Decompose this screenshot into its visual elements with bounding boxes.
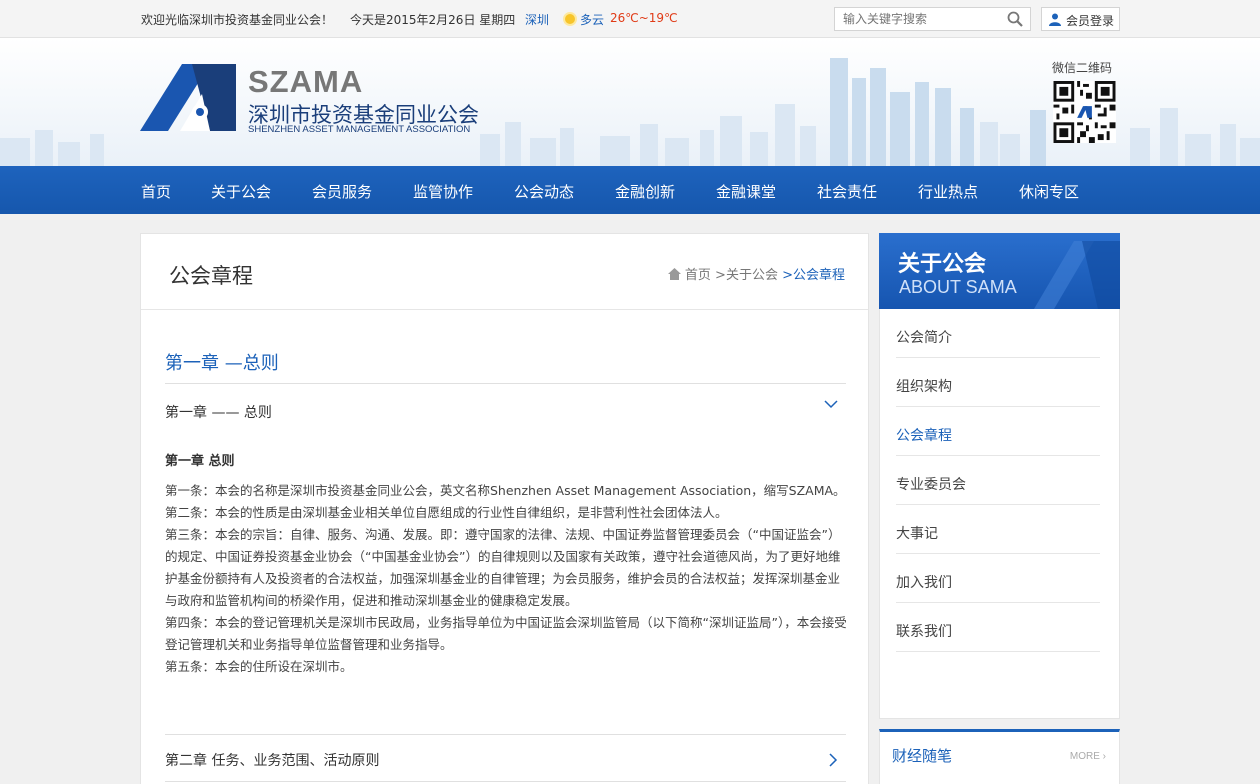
breadcrumb-about[interactable]: >关于公会 [715, 268, 778, 283]
weather-city[interactable]: 深圳 [525, 11, 549, 28]
article-1: 第一条：本会的名称是深圳市投资基金同业公会，英文名称Shenzhen Asset… [165, 483, 846, 498]
chapter-heading: 第一章 —总则 [165, 353, 279, 374]
search-input[interactable] [835, 8, 1005, 30]
sidebar-item-committees[interactable]: 专业委员会 [896, 456, 1100, 505]
main-content: 公会章程 首页 >关于公会 >公会章程 第一章 —总则 第一章 —— 总则 第一… [140, 233, 869, 784]
site-header: SZAMA 深圳市投资基金同业公会 SHENZHEN ASSET MANAGEM… [0, 38, 1260, 166]
sidebar-item-events[interactable]: 大事记 [896, 505, 1100, 554]
sidebar: 关于公会 ABOUT SAMA 公会简介 组织架构 公会章程 专业委员会 大事记… [879, 233, 1120, 719]
sidebar-title-cn: 关于公会 [898, 252, 987, 277]
nav-item-regulatory[interactable]: 监管协作 [413, 181, 473, 202]
divider [165, 383, 846, 384]
search-box [834, 7, 1031, 31]
nav-item-about[interactable]: 关于公会 [211, 181, 271, 202]
weather-temperature: 26℃~19℃ [610, 11, 678, 25]
finance-essays-box: 财经随笔 MORE › [879, 729, 1120, 784]
wechat-qr-code [1053, 81, 1116, 143]
article-list: 第一条：本会的名称是深圳市投资基金同业公会，英文名称Shenzhen Asset… [165, 480, 850, 678]
finance-essays-title: 财经随笔 [892, 747, 953, 765]
sidebar-menu: 公会简介 组织架构 公会章程 专业委员会 大事记 加入我们 联系我们 [896, 309, 1100, 652]
szama-logo-mark [140, 64, 236, 131]
home-icon [667, 268, 681, 280]
main-nav: 首页 关于公会 会员服务 监管协作 公会动态 金融创新 金融课堂 社会责任 行业… [0, 166, 1260, 214]
breadcrumb-current: >公会章程 [782, 268, 845, 283]
article-4: 第四条：本会的登记管理机关是深圳市民政局，业务指导单位为中国证监会深圳监管局（以… [165, 615, 847, 652]
logo-brand: SZAMA [248, 64, 364, 99]
nav-item-industry-hot[interactable]: 行业热点 [918, 181, 978, 202]
accordion-title-chapter-2[interactable]: 第二章 任务、业务范围、活动原则 [165, 750, 379, 770]
member-login-button[interactable]: 会员登录 [1041, 7, 1120, 31]
divider [165, 734, 846, 735]
logo-english-name: SHENZHEN ASSET MANAGEMENT ASSOCIATION [248, 124, 471, 135]
nav-item-news[interactable]: 公会动态 [514, 181, 574, 202]
member-login-label: 会员登录 [1066, 14, 1115, 28]
nav-item-leisure[interactable]: 休闲专区 [1019, 181, 1079, 202]
sidebar-item-contact[interactable]: 联系我们 [896, 603, 1100, 652]
more-link[interactable]: MORE › [1070, 751, 1106, 762]
sun-cloud-icon [563, 12, 577, 26]
chevron-right-icon[interactable] [826, 753, 840, 767]
sidebar-item-organization[interactable]: 组织架构 [896, 358, 1100, 407]
nav-item-member-services[interactable]: 会员服务 [312, 181, 372, 202]
article-2: 第二条：本会的性质是由深圳基金业相关单位自愿组成的行业性自律组织，是非营利性社会… [165, 505, 728, 520]
page-title: 公会章程 [169, 264, 253, 288]
article-5: 第五条：本会的住所设在深圳市。 [165, 659, 353, 674]
search-icon[interactable] [1007, 11, 1023, 27]
user-icon [1049, 13, 1061, 26]
nav-item-innovation[interactable]: 金融创新 [615, 181, 675, 202]
date-text: 今天是2015年2月26日 星期四 [350, 13, 516, 27]
top-bar: 欢迎光临深圳市投资基金同业公会！ 今天是2015年2月26日 星期四 深圳 多云… [0, 0, 1260, 38]
site-logo[interactable]: SZAMA 深圳市投资基金同业公会 SHENZHEN ASSET MANAGEM… [140, 64, 480, 135]
chevron-down-icon[interactable] [824, 397, 838, 411]
accordion-title-chapter-1[interactable]: 第一章 —— 总则 [165, 402, 272, 422]
sidebar-item-charter[interactable]: 公会章程 [896, 407, 1100, 456]
nav-item-finance-class[interactable]: 金融课堂 [716, 181, 776, 202]
nav-item-home[interactable]: 首页 [141, 181, 171, 202]
divider [165, 781, 846, 782]
wechat-qr-label: 微信二维码 [1052, 61, 1113, 75]
nav-item-social-responsibility[interactable]: 社会责任 [817, 181, 877, 202]
sidebar-title-en: ABOUT SAMA [899, 277, 1017, 297]
section-heading: 第一章 总则 [165, 454, 235, 469]
title-divider [141, 309, 868, 310]
sidebar-item-join-us[interactable]: 加入我们 [896, 554, 1100, 603]
breadcrumb: 首页 >关于公会 >公会章程 [667, 264, 845, 283]
article-3: 第三条：本会的宗旨：自律、服务、沟通、发展。即：遵守国家的法律、法规、中国证券监… [165, 527, 841, 608]
sidebar-item-intro[interactable]: 公会简介 [896, 309, 1100, 358]
welcome-text: 欢迎光临深圳市投资基金同业公会！ [141, 13, 334, 27]
weather-condition: 多云 [580, 13, 605, 27]
logo-watermark-icon [1034, 241, 1120, 309]
sidebar-banner: 关于公会 ABOUT SAMA [879, 233, 1120, 309]
breadcrumb-home[interactable]: 首页 [685, 268, 711, 283]
